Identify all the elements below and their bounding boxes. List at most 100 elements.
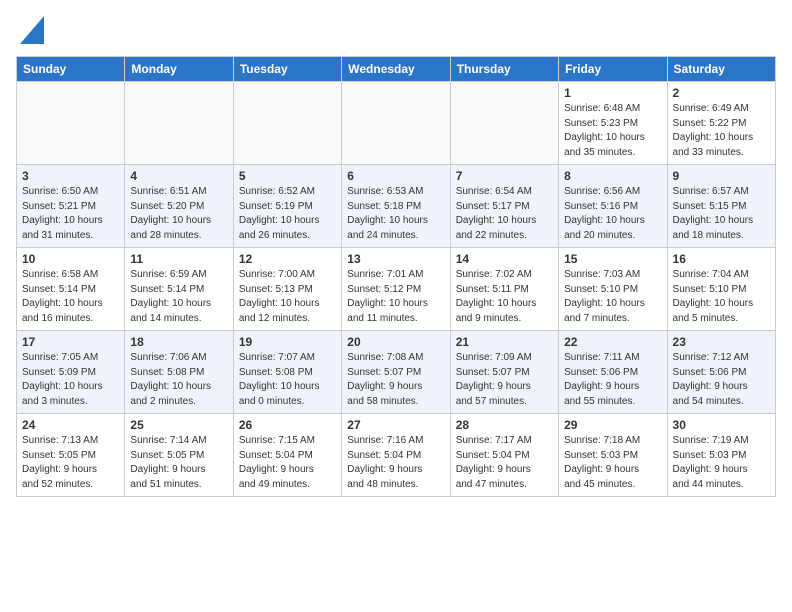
day-info: Sunrise: 7:01 AM Sunset: 5:12 PM Dayligh…	[347, 268, 444, 326]
day-info: Sunrise: 6:52 AM Sunset: 5:19 PM Dayligh…	[239, 185, 336, 243]
calendar-cell: 22 Sunrise: 7:11 AM Sunset: 5:06 PM Dayli…	[559, 331, 667, 414]
day-number: 16	[673, 252, 770, 266]
day-number: 3	[22, 169, 119, 183]
weekday-header-monday: Monday	[125, 57, 233, 82]
day-number: 8	[564, 169, 661, 183]
calendar-cell: 2 Sunrise: 6:49 AM Sunset: 5:22 PM Daylig…	[667, 82, 775, 165]
day-number: 12	[239, 252, 336, 266]
day-number: 14	[456, 252, 553, 266]
day-info: Sunrise: 7:00 AM Sunset: 5:13 PM Dayligh…	[239, 268, 336, 326]
day-number: 22	[564, 335, 661, 349]
day-number: 27	[347, 418, 444, 432]
calendar-cell: 18 Sunrise: 7:06 AM Sunset: 5:08 PM Dayli…	[125, 331, 233, 414]
calendar: SundayMondayTuesdayWednesdayThursdayFrid…	[16, 56, 776, 497]
calendar-cell	[125, 82, 233, 165]
calendar-cell: 11 Sunrise: 6:59 AM Sunset: 5:14 PM Dayli…	[125, 248, 233, 331]
day-info: Sunrise: 7:19 AM Sunset: 5:03 PM Dayligh…	[673, 434, 770, 492]
day-info: Sunrise: 7:06 AM Sunset: 5:08 PM Dayligh…	[130, 351, 227, 409]
calendar-cell: 28Sunrise: 7:17 AM Sunset: 5:04 PM Dayli…	[450, 414, 558, 497]
day-info: Sunrise: 7:02 AM Sunset: 5:11 PM Dayligh…	[456, 268, 553, 326]
day-number: 7	[456, 169, 553, 183]
day-number: 25	[130, 418, 227, 432]
day-info: Sunrise: 6:58 AM Sunset: 5:14 PM Dayligh…	[22, 268, 119, 326]
calendar-cell: 1Sunrise: 6:48 AM Sunset: 5:23 PM Daylig…	[559, 82, 667, 165]
calendar-cell: 13 Sunrise: 7:01 AM Sunset: 5:12 PM Dayli…	[342, 248, 450, 331]
day-number: 24	[22, 418, 119, 432]
calendar-cell: 3 Sunrise: 6:50 AM Sunset: 5:21 PM Daylig…	[17, 165, 125, 248]
calendar-week-5: 24Sunrise: 7:13 AM Sunset: 5:05 PM Dayli…	[17, 414, 776, 497]
calendar-cell	[450, 82, 558, 165]
page: SundayMondayTuesdayWednesdayThursdayFrid…	[0, 0, 792, 513]
header	[16, 16, 776, 44]
day-info: Sunrise: 7:07 AM Sunset: 5:08 PM Dayligh…	[239, 351, 336, 409]
calendar-cell	[17, 82, 125, 165]
day-info: Sunrise: 7:11 AM Sunset: 5:06 PM Dayligh…	[564, 351, 661, 409]
day-number: 9	[673, 169, 770, 183]
calendar-cell: 4Sunrise: 6:51 AM Sunset: 5:20 PM Daylig…	[125, 165, 233, 248]
day-number: 29	[564, 418, 661, 432]
calendar-cell: 15 Sunrise: 7:03 AM Sunset: 5:10 PM Dayli…	[559, 248, 667, 331]
calendar-cell: 26Sunrise: 7:15 AM Sunset: 5:04 PM Dayli…	[233, 414, 341, 497]
day-info: Sunrise: 6:48 AM Sunset: 5:23 PM Dayligh…	[564, 102, 661, 160]
day-number: 21	[456, 335, 553, 349]
day-info: Sunrise: 6:54 AM Sunset: 5:17 PM Dayligh…	[456, 185, 553, 243]
day-info: Sunrise: 7:05 AM Sunset: 5:09 PM Dayligh…	[22, 351, 119, 409]
day-number: 2	[673, 86, 770, 100]
day-number: 20	[347, 335, 444, 349]
day-info: Sunrise: 7:03 AM Sunset: 5:10 PM Dayligh…	[564, 268, 661, 326]
calendar-cell: 21 Sunrise: 7:09 AM Sunset: 5:07 PM Dayli…	[450, 331, 558, 414]
day-info: Sunrise: 7:17 AM Sunset: 5:04 PM Dayligh…	[456, 434, 553, 492]
calendar-cell	[233, 82, 341, 165]
calendar-cell: 23 Sunrise: 7:12 AM Sunset: 5:06 PM Dayli…	[667, 331, 775, 414]
day-info: Sunrise: 7:14 AM Sunset: 5:05 PM Dayligh…	[130, 434, 227, 492]
logo	[16, 16, 44, 44]
day-info: Sunrise: 7:16 AM Sunset: 5:04 PM Dayligh…	[347, 434, 444, 492]
calendar-header-row: SundayMondayTuesdayWednesdayThursdayFrid…	[17, 57, 776, 82]
weekday-header-tuesday: Tuesday	[233, 57, 341, 82]
day-info: Sunrise: 6:59 AM Sunset: 5:14 PM Dayligh…	[130, 268, 227, 326]
day-number: 13	[347, 252, 444, 266]
calendar-week-4: 17 Sunrise: 7:05 AM Sunset: 5:09 PM Dayli…	[17, 331, 776, 414]
day-info: Sunrise: 6:56 AM Sunset: 5:16 PM Dayligh…	[564, 185, 661, 243]
calendar-cell: 30 Sunrise: 7:19 AM Sunset: 5:03 PM Dayli…	[667, 414, 775, 497]
day-number: 17	[22, 335, 119, 349]
weekday-header-friday: Friday	[559, 57, 667, 82]
day-info: Sunrise: 7:04 AM Sunset: 5:10 PM Dayligh…	[673, 268, 770, 326]
calendar-week-3: 10Sunrise: 6:58 AM Sunset: 5:14 PM Dayli…	[17, 248, 776, 331]
weekday-header-wednesday: Wednesday	[342, 57, 450, 82]
day-info: Sunrise: 7:08 AM Sunset: 5:07 PM Dayligh…	[347, 351, 444, 409]
calendar-cell: 29 Sunrise: 7:18 AM Sunset: 5:03 PM Dayli…	[559, 414, 667, 497]
day-number: 18	[130, 335, 227, 349]
calendar-cell: 17 Sunrise: 7:05 AM Sunset: 5:09 PM Dayli…	[17, 331, 125, 414]
calendar-cell: 8 Sunrise: 6:56 AM Sunset: 5:16 PM Daylig…	[559, 165, 667, 248]
day-number: 6	[347, 169, 444, 183]
day-info: Sunrise: 6:57 AM Sunset: 5:15 PM Dayligh…	[673, 185, 770, 243]
weekday-header-thursday: Thursday	[450, 57, 558, 82]
calendar-cell: 19 Sunrise: 7:07 AM Sunset: 5:08 PM Dayli…	[233, 331, 341, 414]
calendar-cell	[342, 82, 450, 165]
day-info: Sunrise: 7:18 AM Sunset: 5:03 PM Dayligh…	[564, 434, 661, 492]
day-info: Sunrise: 6:49 AM Sunset: 5:22 PM Dayligh…	[673, 102, 770, 160]
calendar-cell: 6 Sunrise: 6:53 AM Sunset: 5:18 PM Daylig…	[342, 165, 450, 248]
day-number: 4	[130, 169, 227, 183]
weekday-header-sunday: Sunday	[17, 57, 125, 82]
day-info: Sunrise: 6:50 AM Sunset: 5:21 PM Dayligh…	[22, 185, 119, 243]
day-info: Sunrise: 7:12 AM Sunset: 5:06 PM Dayligh…	[673, 351, 770, 409]
day-number: 11	[130, 252, 227, 266]
day-number: 15	[564, 252, 661, 266]
calendar-cell: 25 Sunrise: 7:14 AM Sunset: 5:05 PM Dayli…	[125, 414, 233, 497]
day-number: 26	[239, 418, 336, 432]
calendar-cell: 5 Sunrise: 6:52 AM Sunset: 5:19 PM Daylig…	[233, 165, 341, 248]
calendar-cell: 10Sunrise: 6:58 AM Sunset: 5:14 PM Dayli…	[17, 248, 125, 331]
day-info: Sunrise: 7:09 AM Sunset: 5:07 PM Dayligh…	[456, 351, 553, 409]
day-number: 23	[673, 335, 770, 349]
day-number: 19	[239, 335, 336, 349]
calendar-cell: 20 Sunrise: 7:08 AM Sunset: 5:07 PM Dayli…	[342, 331, 450, 414]
day-number: 5	[239, 169, 336, 183]
calendar-cell: 7 Sunrise: 6:54 AM Sunset: 5:17 PM Daylig…	[450, 165, 558, 248]
day-info: Sunrise: 6:53 AM Sunset: 5:18 PM Dayligh…	[347, 185, 444, 243]
day-number: 30	[673, 418, 770, 432]
calendar-cell: 27 Sunrise: 7:16 AM Sunset: 5:04 PM Dayli…	[342, 414, 450, 497]
calendar-cell: 24Sunrise: 7:13 AM Sunset: 5:05 PM Dayli…	[17, 414, 125, 497]
calendar-week-1: 1Sunrise: 6:48 AM Sunset: 5:23 PM Daylig…	[17, 82, 776, 165]
